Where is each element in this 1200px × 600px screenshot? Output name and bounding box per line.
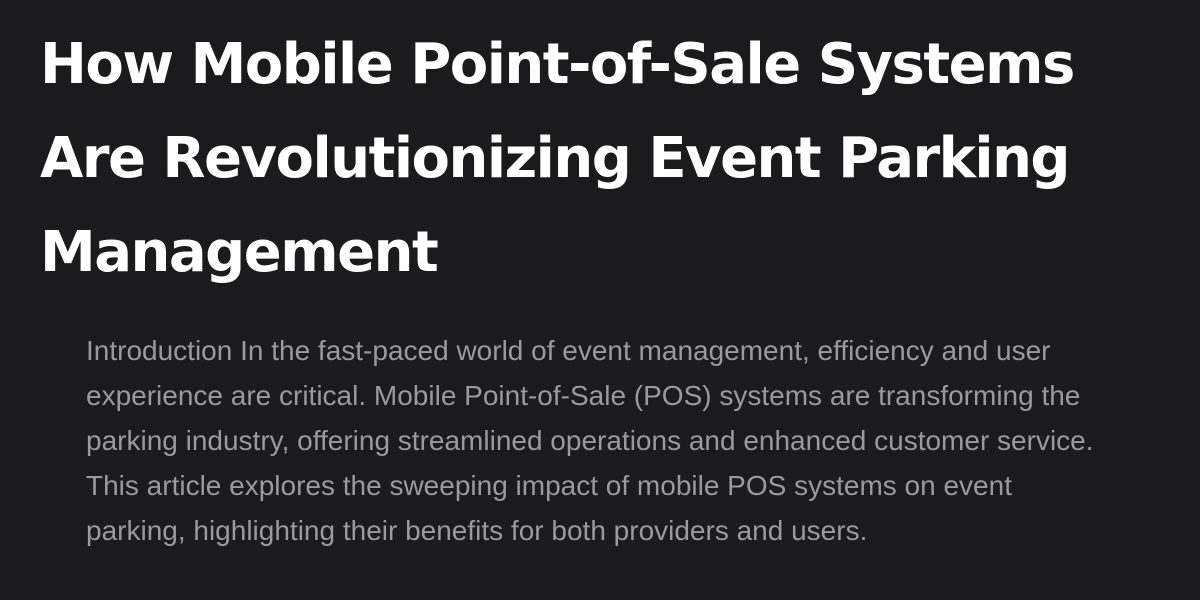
article-intro: Introduction In the fast-paced world of …	[86, 335, 1094, 546]
article-card: How Mobile Point-of-Sale Systems Are Rev…	[0, 0, 1200, 600]
article-title: How Mobile Point-of-Sale Systems Are Rev…	[40, 32, 1075, 285]
